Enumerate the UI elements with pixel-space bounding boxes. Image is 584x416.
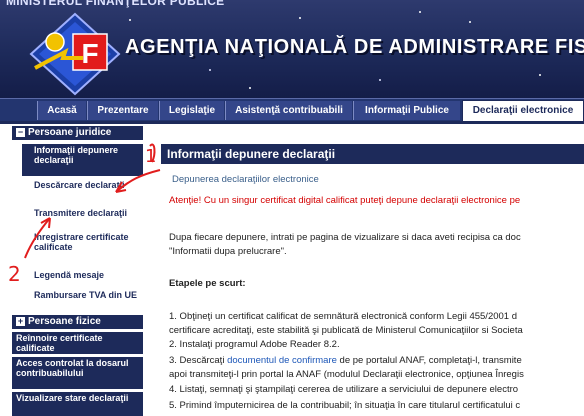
main-content: Informaţii depunere declaraţii Depunerea… (161, 124, 584, 414)
sidebar-item-legenda-mesaje[interactable]: Legendă mesaje (22, 270, 143, 280)
sidebar-item-transmitere-declaratii[interactable]: Transmitere declaraţii (22, 208, 143, 218)
main-navigation: Acasă Prezentare Legislaţie Asistenţă co… (0, 98, 584, 122)
expand-plus-icon[interactable]: + (16, 317, 25, 326)
agency-title: AGENŢIA NAŢIONALĂ DE ADMINISTRARE FISCAL… (125, 36, 584, 58)
paragraph-line: Dupa fiecare depunere, intrati pe pagina… (169, 232, 521, 243)
step-3-text: de pe portalul ANAF, completaţi-l, trans… (336, 355, 522, 366)
tab-declaratii-electronice[interactable]: Declaraţii electronice (462, 100, 584, 122)
sidebar-block-acces-dosar[interactable]: Acces controlat la dosarul contribuabilu… (12, 357, 143, 389)
step-3-line-2: apoi transmiteţi-l prin portal la ANAF (… (169, 369, 524, 380)
steps-heading: Etapele pe scurt: (169, 278, 246, 289)
step-5: 5. Primind împuternicirea de la contribu… (169, 400, 521, 411)
sidebar-item-rambursare-tva[interactable]: Rambursare TVA din UE (22, 290, 143, 300)
svg-text:F: F (81, 38, 98, 69)
annotation-1-label: 1 (145, 146, 156, 167)
confirmation-document-link[interactable]: documentul de confirmare (227, 355, 337, 366)
sidebar-section-label: Persoane juridice (28, 127, 112, 138)
site-header: MINISTERUL FINANŢELOR PUBLICE F AGENŢIA … (0, 0, 584, 98)
tab-asistenta-contribuabili[interactable]: Asistenţă contribuabili (225, 101, 352, 120)
step-3-line-1: 3. Descărcaţi documentul de confirmare d… (169, 354, 522, 368)
tab-informatii-publice[interactable]: Informaţii Publice (353, 101, 460, 120)
sidebar-block-vizualizare-stare[interactable]: Vizualizare stare declaraţii (12, 392, 143, 416)
tab-acasa[interactable]: Acasă (37, 101, 86, 120)
step-1-line-1: 1. Obţineţi un certificat calificat de s… (169, 311, 517, 322)
collapse-minus-icon[interactable]: − (16, 128, 25, 137)
warning-text: Atenţie! Cu un singur certificat digital… (169, 195, 521, 206)
sidebar: − Persoane juridice Informaţii depunere d… (12, 124, 143, 416)
sidebar-block-reinnoire-certificate[interactable]: Reînnoire certificate calificate (12, 332, 143, 354)
sidebar-item-informatii-depunere[interactable]: Informaţii depunere declaraţii (22, 144, 143, 176)
sidebar-section-persoane-juridice[interactable]: − Persoane juridice (12, 126, 143, 140)
step-2: 2. Instalaţi programul Adobe Reader 8.2. (169, 339, 340, 350)
sidebar-section-persoane-fizice[interactable]: + Persoane fizice (12, 315, 143, 329)
sidebar-item-descarcare-declaratii[interactable]: Descărcare declaraţii (22, 180, 143, 190)
tab-prezentare[interactable]: Prezentare (87, 101, 158, 120)
paragraph-line: "Informatii dupa prelucrare". (169, 246, 287, 257)
tab-legislatie[interactable]: Legislaţie (159, 101, 224, 120)
section-subtitle: Depunerea declaraţiilor electronice (172, 174, 319, 185)
annotation-1-mark (149, 143, 156, 163)
sidebar-item-inregistrare-certificate[interactable]: Inregistrare certificate calificate (22, 232, 143, 252)
step-3-text: 3. Descărcaţi (169, 355, 228, 366)
ministry-title: MINISTERUL FINANŢELOR PUBLICE (6, 0, 225, 8)
step-4: 4. Listaţi, semnaţi şi ştampilaţi cerere… (169, 384, 519, 395)
sidebar-section-label: Persoane fizice (28, 316, 101, 327)
anaf-logo: F (29, 12, 121, 96)
step-1-line-2: certificare acreditaţi, este stabilită ş… (169, 325, 523, 336)
page-title: Informaţii depunere declaraţii (161, 144, 584, 164)
